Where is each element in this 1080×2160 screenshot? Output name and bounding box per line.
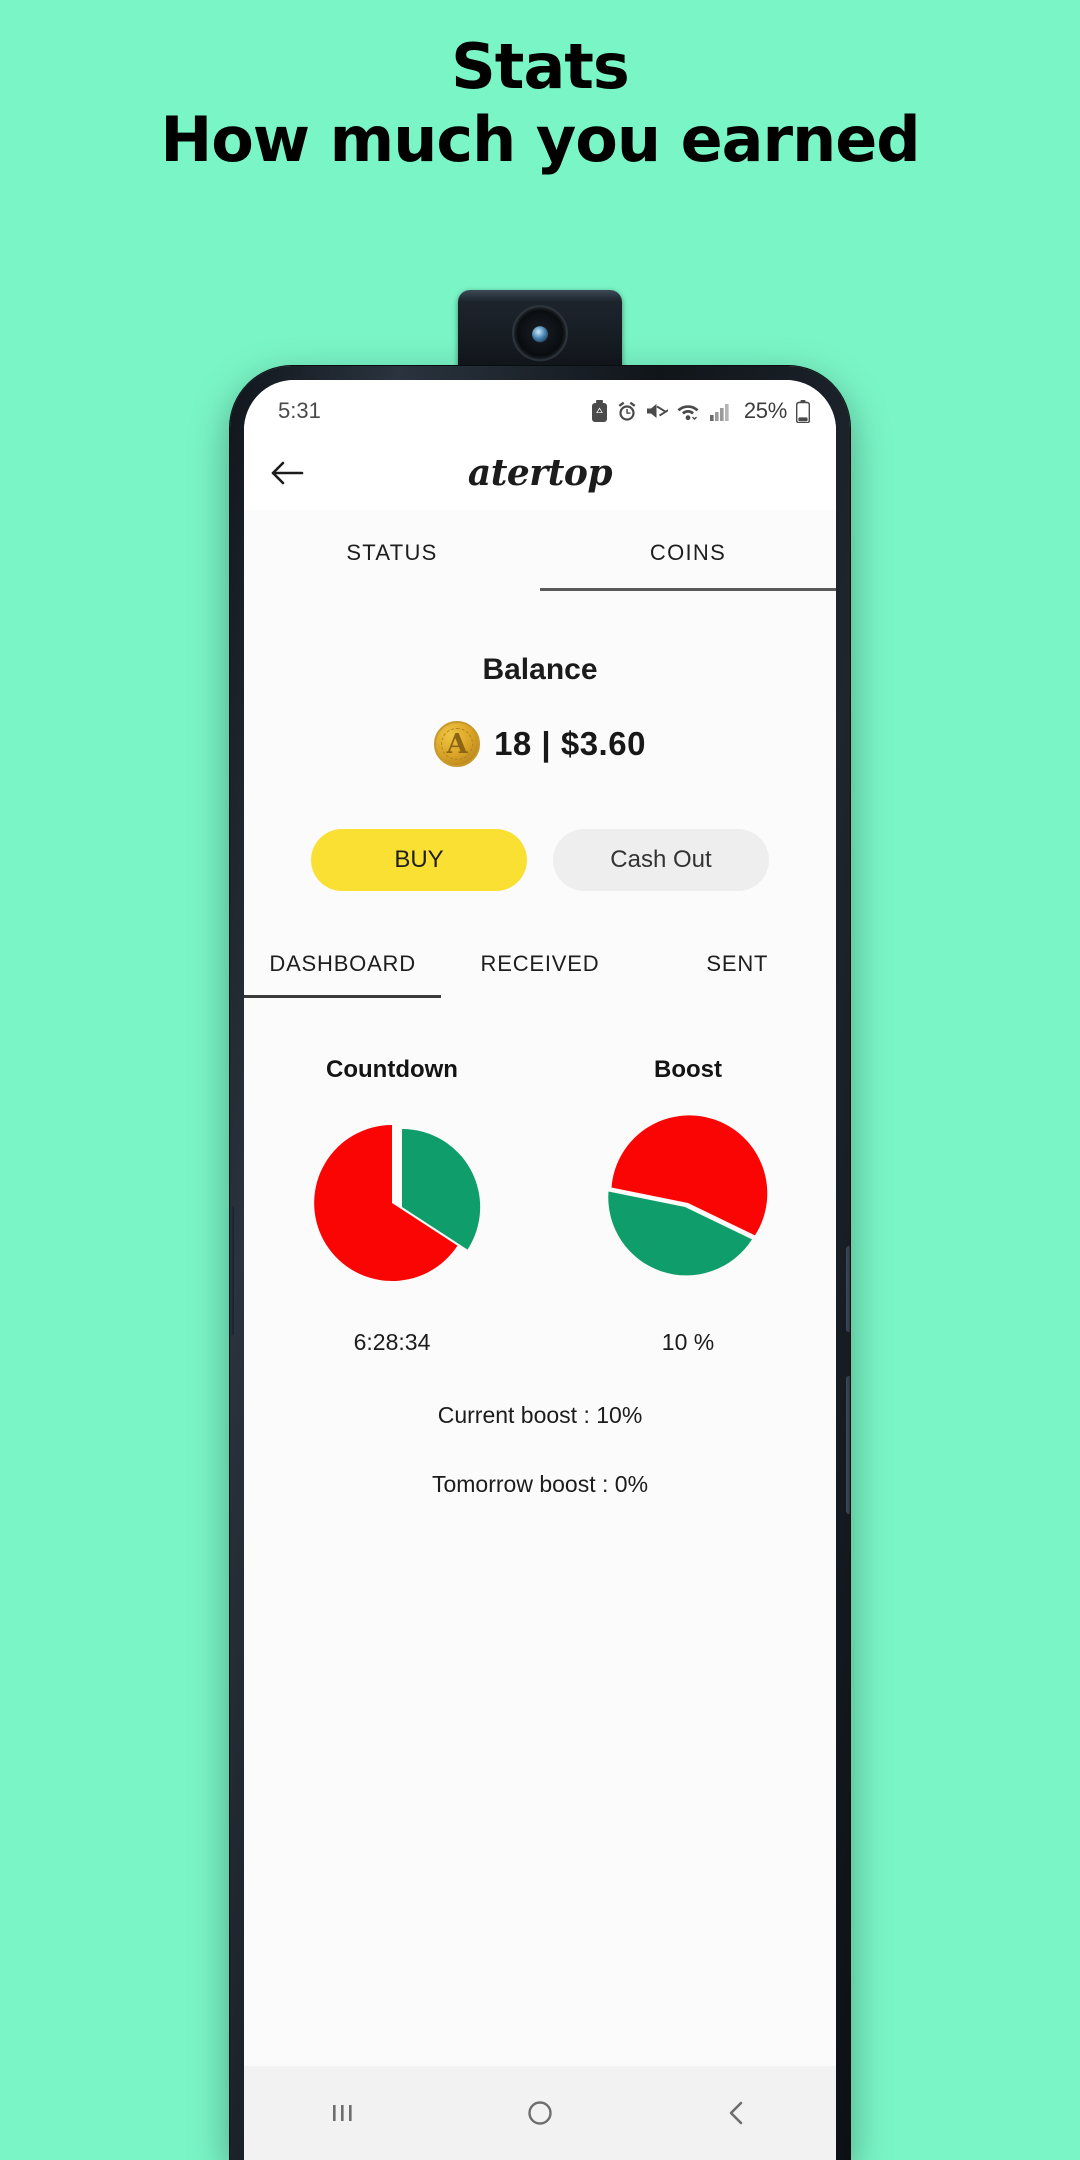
phone-screen: 5:31 25% atertop STATUS COINS Balance A … [244,380,836,2160]
android-nav-bar [244,2066,836,2160]
secondary-tabs: DASHBOARD RECEIVED SENT [244,951,836,998]
boost-pie-chart [608,1115,768,1276]
countdown-pie-chart [314,1125,481,1281]
wifi-icon [677,402,701,421]
back-arrow-icon[interactable] [256,441,320,505]
camera-glint [532,326,548,343]
promo-header: Stats How much you earned [0,0,1080,179]
tab-status[interactable]: STATUS [244,510,540,591]
boost-info: Current boost : 10% Tomorrow boost : 0% [244,1402,836,1498]
status-bar-icons: 25% [591,398,810,424]
boost-chart-title: Boost [654,1056,722,1083]
charts-section: Countdown 6:28:34 Boost 10 % [244,1056,836,1356]
signal-icon [709,402,733,421]
app-brand-title: atertop [467,452,613,494]
battery-percent-label: 25% [743,398,787,423]
battery-saver-icon [591,400,608,422]
tomorrow-boost-label: Tomorrow boost : 0% [431,1471,649,1497]
buy-button[interactable]: BUY [311,829,527,891]
action-buttons: BUY Cash Out [244,829,836,891]
camera-lens-icon [512,305,568,362]
countdown-chart-block: Countdown 6:28:34 [244,1056,540,1356]
recents-icon[interactable] [298,2078,388,2148]
power-button[interactable] [846,1246,850,1332]
coin-symbol: A [446,728,468,760]
balance-heading: Balance [482,653,598,686]
tab-received[interactable]: RECEIVED [441,951,638,998]
promo-title: Stats [451,30,630,103]
primary-tabs: STATUS COINS [244,510,836,591]
boost-chart-label: 10 % [661,1329,715,1355]
boost-chart-block: Boost 10 % [540,1056,836,1356]
cash-out-button[interactable]: Cash Out [553,829,769,891]
home-icon[interactable] [495,2078,585,2148]
current-boost-label: Current boost : 10% [437,1402,643,1428]
app-bar: atertop [244,436,836,510]
tab-dashboard[interactable]: DASHBOARD [244,951,442,998]
promo-subtitle: How much you earned [160,102,920,176]
popup-camera-module [458,290,622,372]
coin-icon: A [434,721,481,767]
back-icon[interactable] [692,2078,782,2148]
volume-button[interactable] [230,1206,234,1336]
mute-icon [646,402,668,420]
balance-row: A 18 | $3.60 [244,721,836,767]
phone-mockup: 5:31 25% atertop STATUS COINS Balance A … [230,366,850,2160]
countdown-chart-title: Countdown [326,1056,458,1083]
battery-icon [796,399,810,423]
side-button[interactable] [846,1376,850,1514]
countdown-chart-label: 6:28:34 [353,1329,431,1355]
balance-value: 18 | $3.60 [494,725,646,762]
tab-coins[interactable]: COINS [540,510,836,591]
status-bar: 5:31 25% [244,380,836,436]
status-bar-time: 5:31 [278,398,321,423]
tab-sent[interactable]: SENT [639,951,836,998]
balance-section: Balance A 18 | $3.60 BUY Cash Out DASHBO… [244,591,836,1498]
alarm-icon [617,401,637,422]
